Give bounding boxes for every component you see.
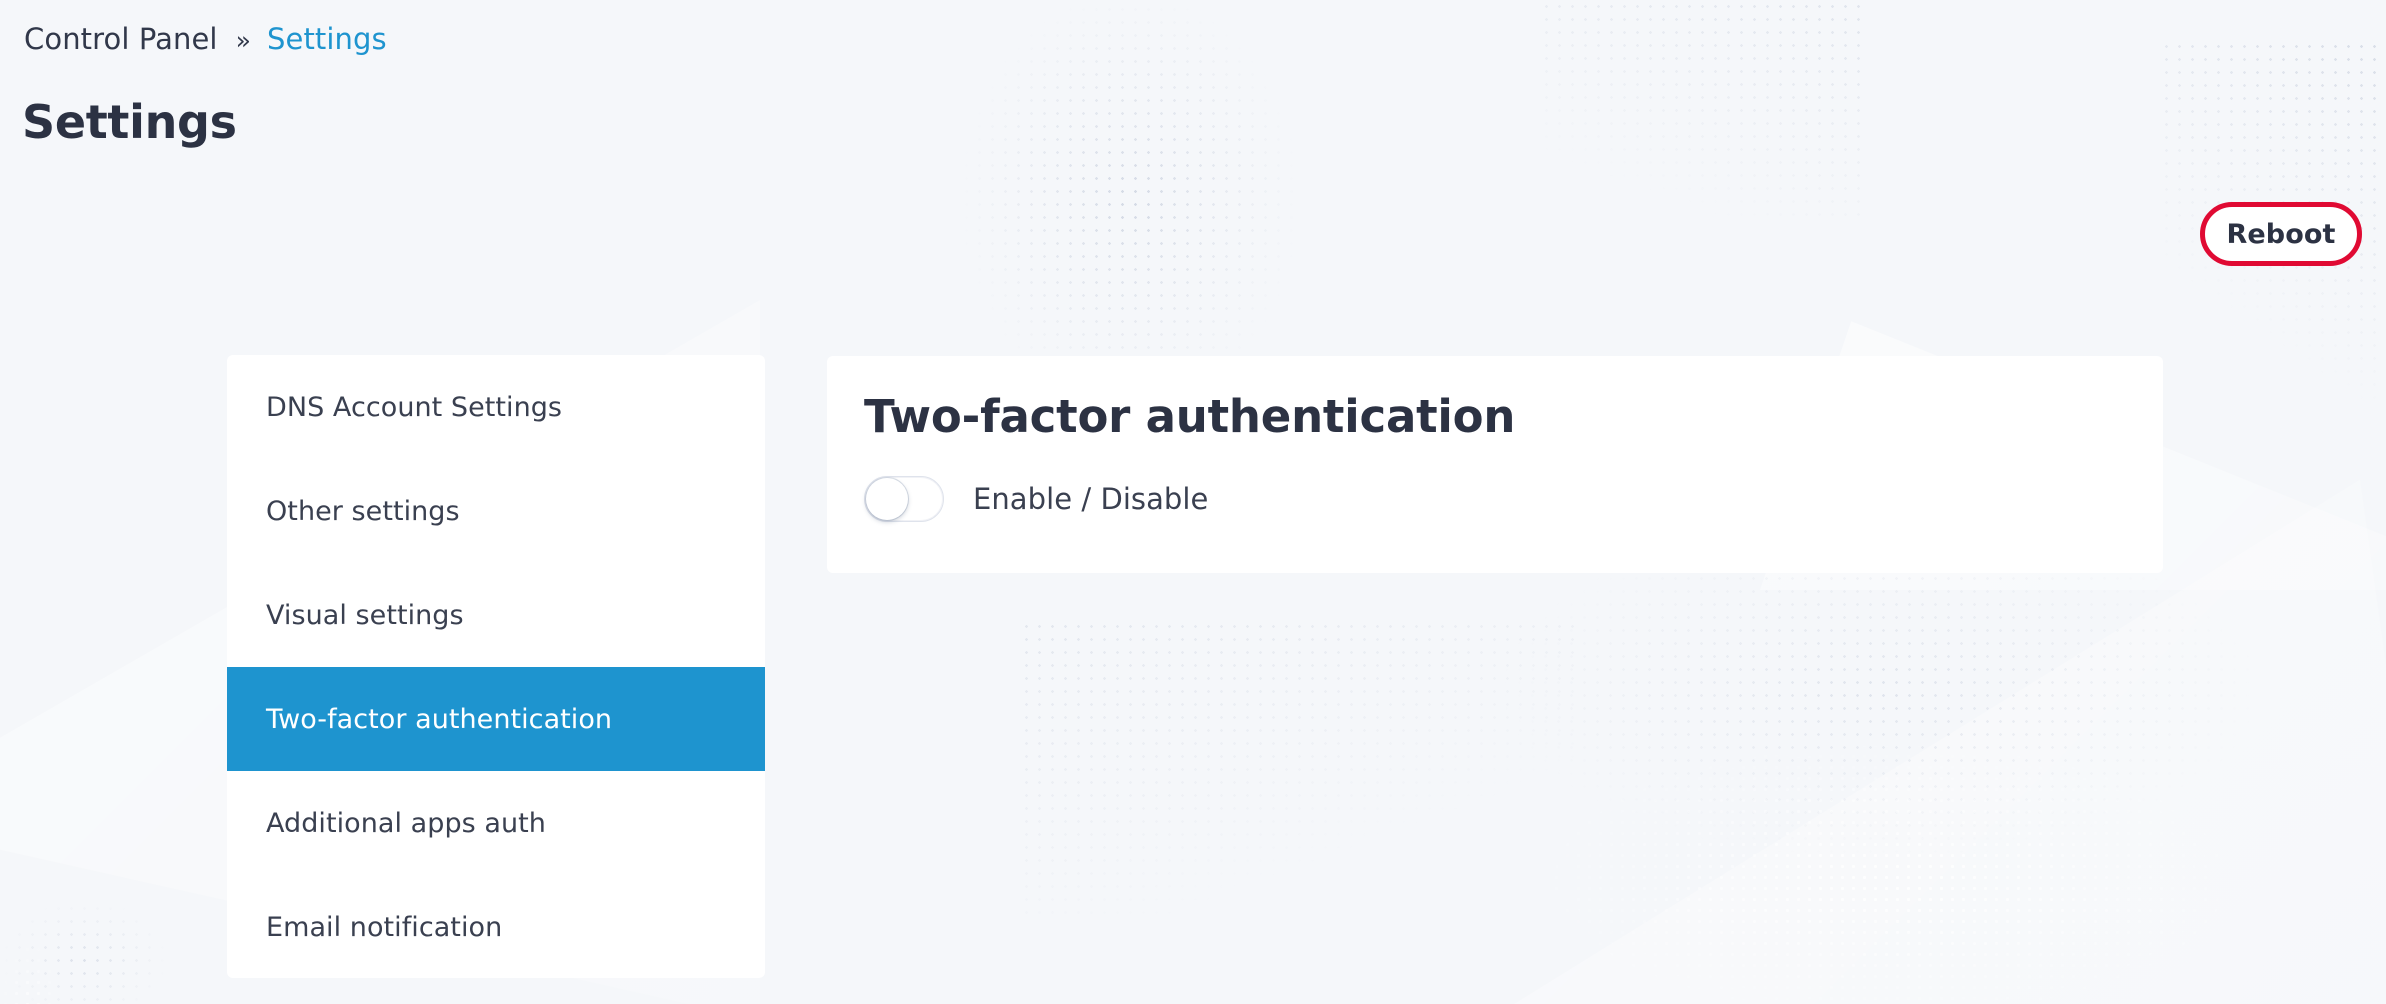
sidebar-item-label: Two-factor authentication — [266, 703, 613, 735]
sidebar-item-label: Visual settings — [266, 599, 464, 631]
settings-sidebar: DNS Account Settings Other settings Visu… — [227, 355, 765, 978]
sidebar-item-additional-apps-auth[interactable]: Additional apps auth — [227, 771, 765, 875]
breadcrumb-separator-icon: » — [235, 26, 251, 55]
sidebar-item-label: Other settings — [266, 495, 460, 527]
sidebar-list: DNS Account Settings Other settings Visu… — [227, 355, 765, 978]
sidebar-item-label: DNS Account Settings — [266, 391, 563, 423]
sidebar-item-visual-settings[interactable]: Visual settings — [227, 563, 765, 667]
panel-title: Two-factor authentication — [864, 390, 1516, 443]
two-factor-authentication-panel: Two-factor authentication Enable / Disab… — [827, 356, 2163, 573]
breadcrumb-item-control-panel[interactable]: Control Panel — [24, 22, 218, 56]
sidebar-item-dns-account-settings[interactable]: DNS Account Settings — [227, 355, 765, 459]
sidebar-item-two-factor-authentication[interactable]: Two-factor authentication — [227, 667, 765, 771]
sidebar-item-label: Email notification — [266, 911, 503, 943]
toggle-knob — [866, 478, 908, 520]
breadcrumb: Control Panel » Settings — [24, 22, 387, 56]
background-dot-pattern-5 — [1020, 620, 1580, 920]
background-light-dot-pattern-1 — [1540, 740, 2240, 1004]
background-dot-pattern-6 — [1540, 0, 1860, 220]
toggle-label: Enable / Disable — [973, 482, 1209, 516]
background-dot-pattern-1 — [960, 0, 1300, 410]
page-title: Settings — [22, 95, 237, 149]
reboot-button[interactable]: Reboot — [2200, 202, 2362, 266]
sidebar-item-other-settings[interactable]: Other settings — [227, 459, 765, 563]
breadcrumb-item-settings[interactable]: Settings — [267, 22, 387, 56]
two-factor-toggle[interactable] — [864, 476, 944, 522]
sidebar-item-label: Additional apps auth — [266, 807, 546, 839]
sidebar-item-email-notification[interactable]: Email notification — [227, 875, 765, 978]
enable-disable-row: Enable / Disable — [864, 476, 1208, 522]
